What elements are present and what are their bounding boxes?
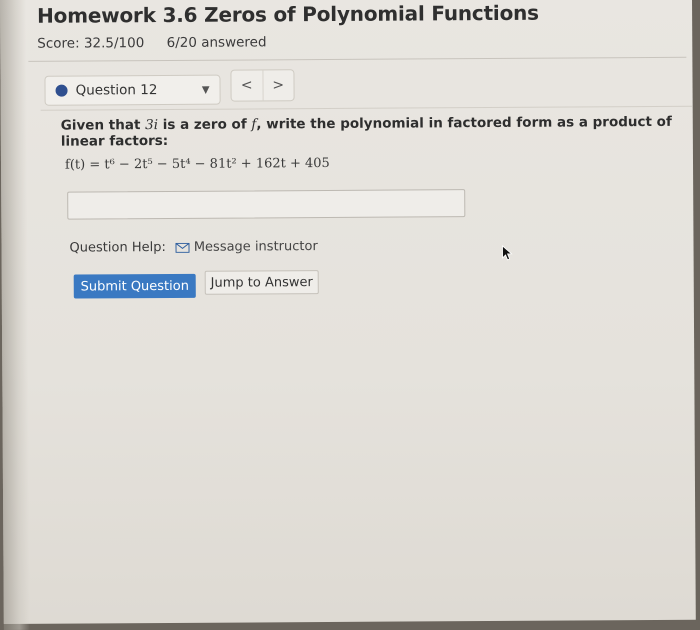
mouse-cursor-icon — [502, 245, 513, 261]
jump-to-answer-button[interactable]: Jump to Answer — [204, 270, 319, 295]
header-divider — [28, 56, 687, 62]
score-text: Score: 32.5/100 — [37, 35, 145, 52]
prev-question-button[interactable]: < — [231, 70, 262, 100]
screen-edge — [0, 0, 30, 630]
question-panel-border — [40, 105, 693, 111]
page-header: Homework 3.6 Zeros of Polynomial Functio… — [37, 1, 539, 52]
prompt-zero: 3i — [145, 117, 159, 134]
prompt-mid: is a zero of — [157, 116, 252, 134]
score-line: Score: 32.5/100 6/20 answered — [37, 33, 539, 52]
answer-input[interactable] — [67, 189, 466, 220]
question-prompt: Given that 3i is a zero of f, write the … — [61, 114, 693, 150]
polynomial-formula: f(t) = t⁶ − 2t⁵ − 5t⁴ − 81t² + 162t + 40… — [64, 155, 330, 173]
homework-page: Homework 3.6 Zeros of Polynomial Functio… — [0, 0, 696, 630]
message-instructor-link[interactable]: Message instructor — [194, 239, 318, 255]
question-help-label: Question Help: — [69, 239, 166, 256]
question-help: Question Help: Message instructor — [69, 239, 317, 256]
question-nav-buttons: < > — [230, 69, 295, 102]
prompt-pre: Given that — [60, 117, 146, 134]
status-dot-icon — [55, 84, 68, 97]
question-select[interactable]: Question 12 ▼ — [44, 74, 221, 106]
next-question-button[interactable]: > — [261, 70, 294, 101]
envelope-icon — [175, 242, 190, 253]
answered-count: 6/20 answered — [166, 34, 267, 51]
question-select-label: Question 12 — [75, 82, 158, 99]
submit-question-button[interactable]: Submit Question — [73, 273, 196, 299]
page-title: Homework 3.6 Zeros of Polynomial Functio… — [37, 0, 539, 28]
chevron-down-icon: ▼ — [201, 84, 210, 96]
